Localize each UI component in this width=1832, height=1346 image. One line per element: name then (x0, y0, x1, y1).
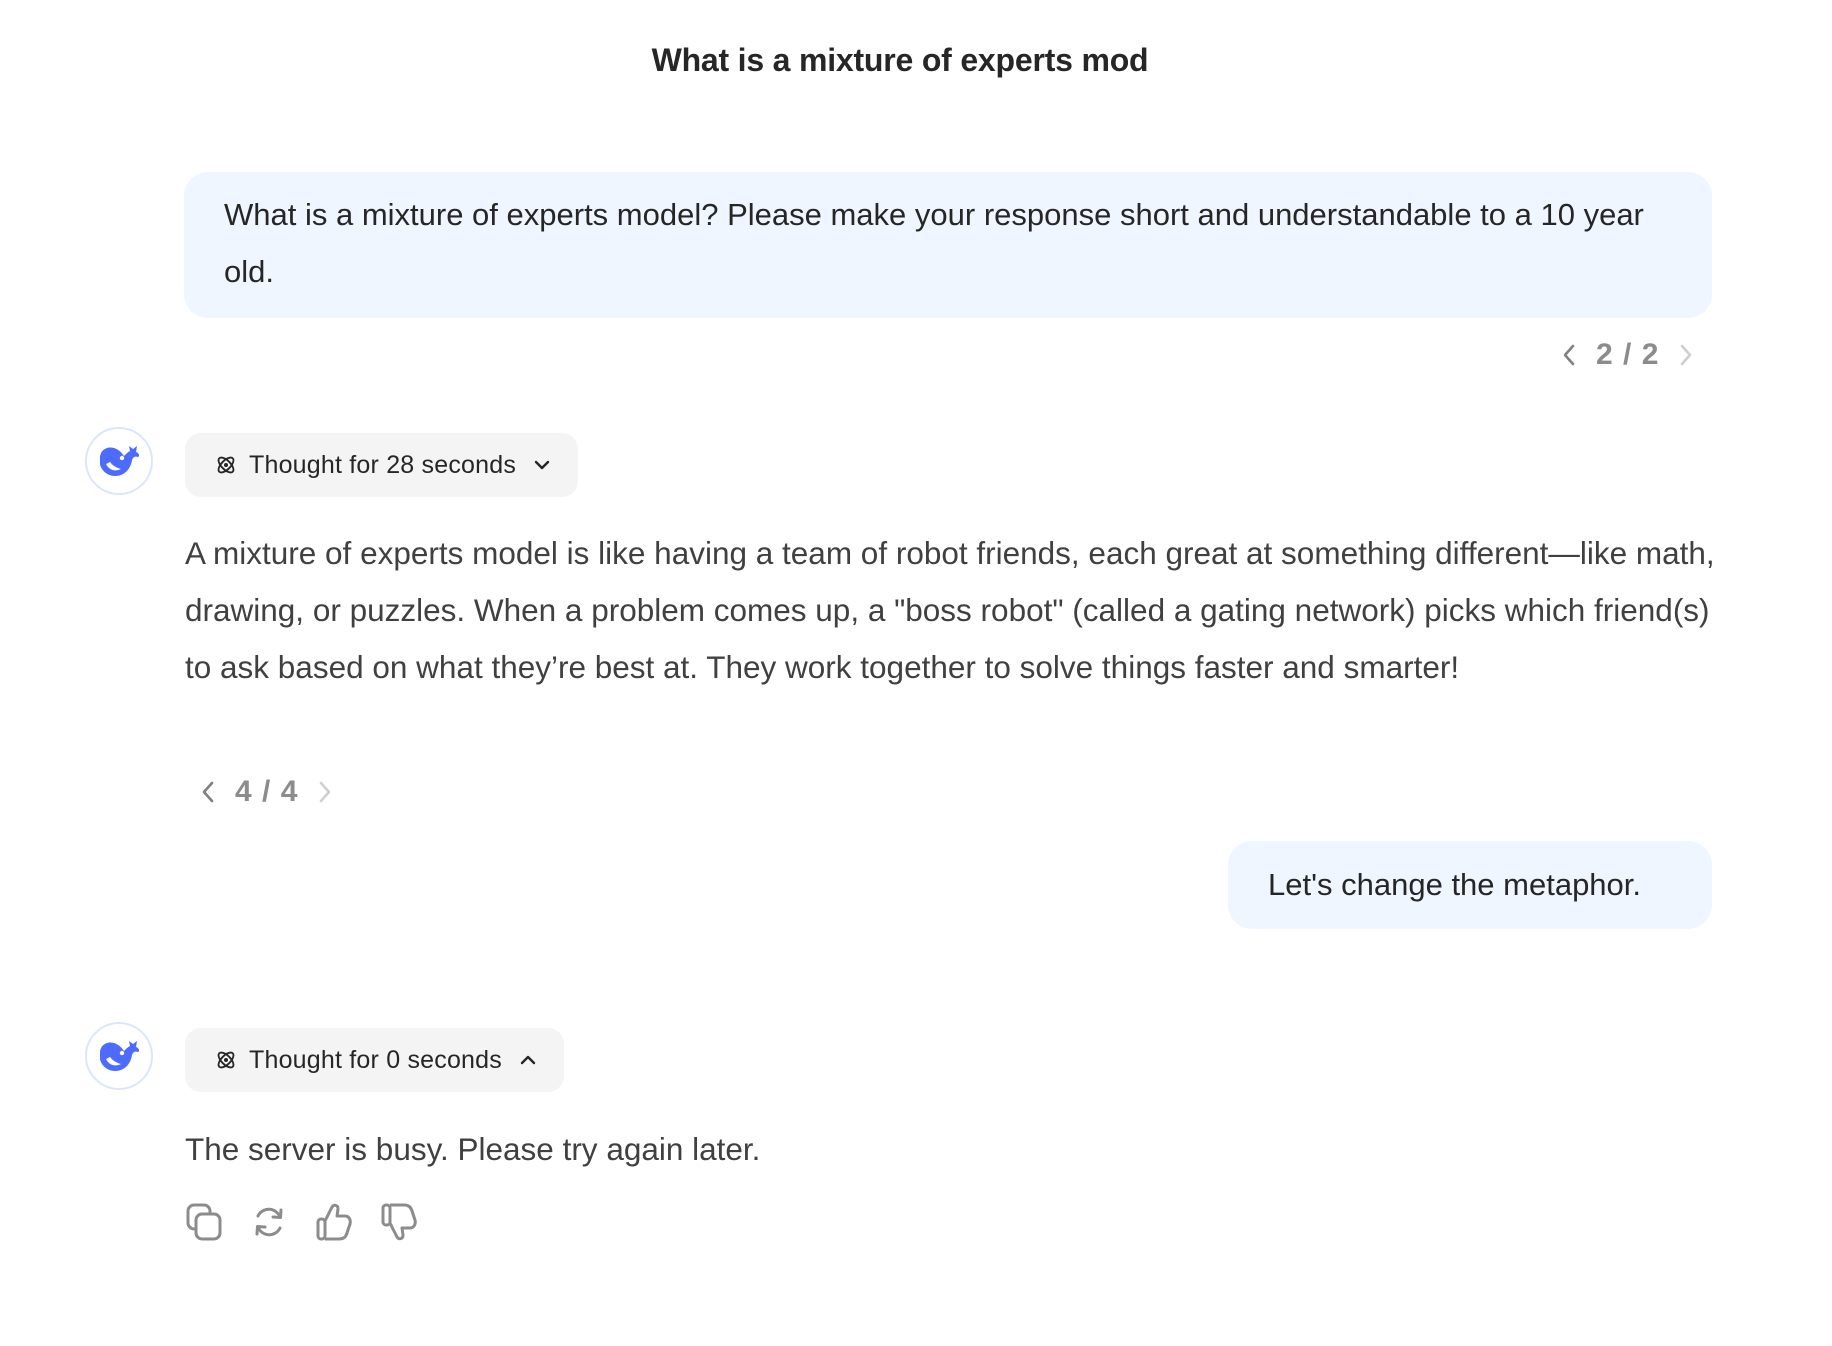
message-actions (184, 1200, 419, 1244)
user-message: Let's change the metaphor. (1228, 841, 1712, 929)
deepseek-whale-icon (100, 446, 140, 476)
message-version-pager: 2 / 2 (1556, 338, 1699, 372)
atom-icon (217, 1051, 235, 1069)
thought-label: Thought for 0 seconds (249, 1045, 502, 1074)
assistant-avatar (85, 1022, 153, 1090)
thumbs-up-icon (316, 1203, 352, 1241)
atom-icon (217, 456, 235, 474)
response-count: 4 / 4 (235, 775, 299, 808)
assistant-message-text: A mixture of experts model is like havin… (185, 535, 1715, 685)
chevron-down-icon (534, 460, 550, 470)
chevron-up-icon (520, 1055, 536, 1065)
thought-label: Thought for 28 seconds (249, 450, 517, 479)
next-response-button[interactable] (312, 777, 338, 807)
previous-response-button[interactable] (195, 777, 221, 807)
next-version-button[interactable] (1673, 340, 1699, 370)
chevron-right-icon (1681, 344, 1692, 366)
user-message-text: What is a mixture of experts model? Plea… (224, 197, 1644, 289)
chevron-right-icon (320, 781, 331, 803)
thumbs-down-icon (381, 1203, 417, 1241)
assistant-message-text: The server is busy. Please try again lat… (185, 1131, 761, 1167)
conversation-title: What is a mixture of experts mod (651, 42, 1149, 78)
thought-toggle[interactable]: Thought for 0 seconds (185, 1028, 564, 1092)
chevron-left-icon (202, 781, 214, 803)
previous-version-button[interactable] (1556, 340, 1582, 370)
copy-icon (186, 1203, 222, 1241)
user-message: What is a mixture of experts model? Plea… (184, 172, 1712, 318)
dislike-button[interactable] (379, 1200, 419, 1244)
refresh-icon (255, 1207, 283, 1237)
response-version-pager: 4 / 4 (195, 775, 338, 809)
chevron-left-icon (1563, 344, 1575, 366)
assistant-avatar (85, 427, 153, 495)
chat-page: What is a mixture of experts mod What is… (0, 0, 1832, 1346)
user-message-text: Let's change the metaphor. (1268, 867, 1642, 902)
regenerate-button[interactable] (249, 1200, 289, 1244)
like-button[interactable] (314, 1200, 354, 1244)
version-count: 2 / 2 (1596, 338, 1660, 371)
thought-toggle[interactable]: Thought for 28 seconds (185, 433, 579, 497)
copy-button[interactable] (184, 1200, 224, 1244)
deepseek-whale-icon (100, 1041, 140, 1071)
